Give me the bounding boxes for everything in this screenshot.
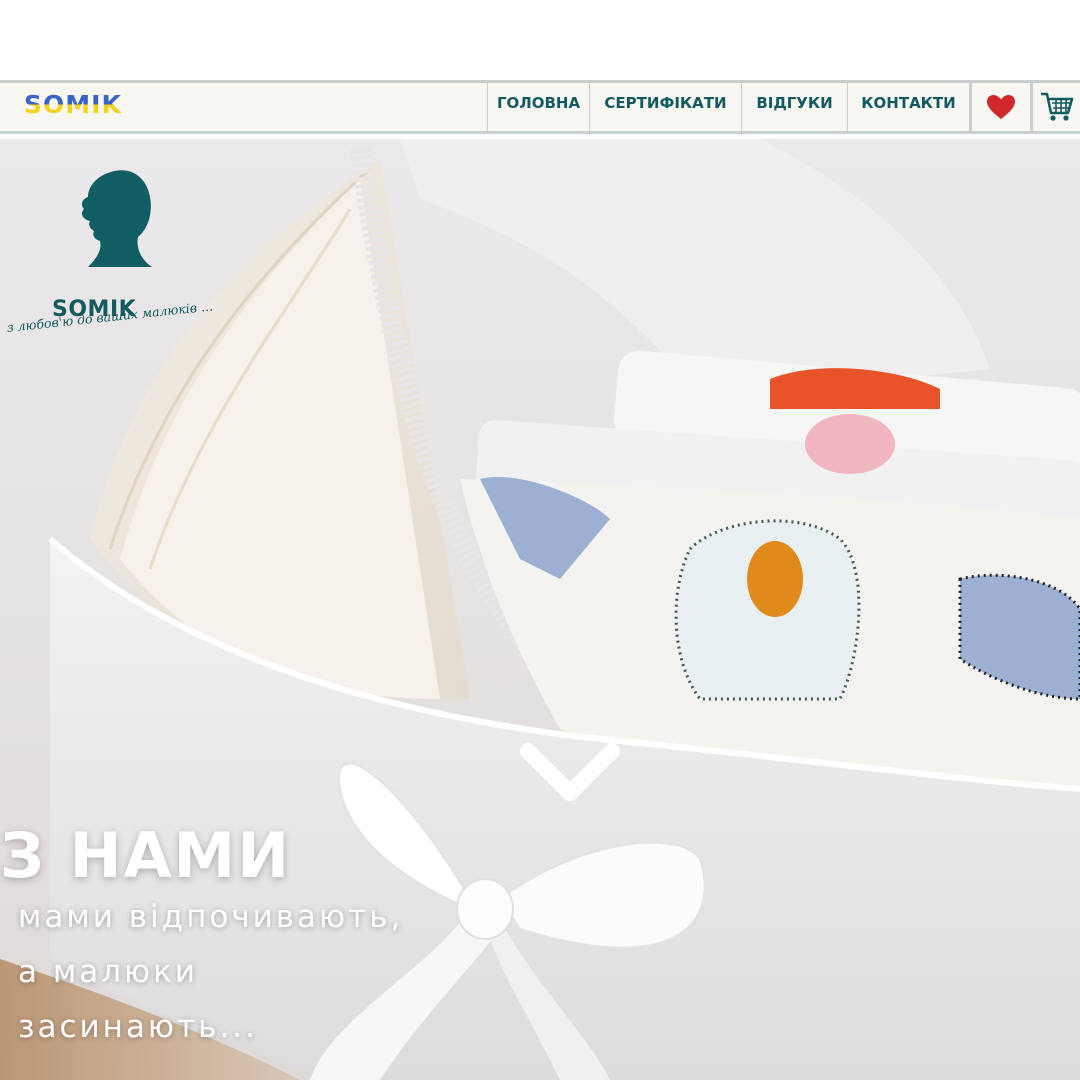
nav-reviews-link[interactable]: ВІДГУКИ [741,83,847,131]
hero-line-3: засинають... [18,1009,258,1045]
favorites-button[interactable] [969,83,1030,131]
cart-button[interactable] [1030,83,1080,131]
nav-contacts-link[interactable]: КОНТАКТИ [847,83,969,131]
hero-headline: З НАМИ [0,819,292,892]
nav-home-link[interactable]: ГОЛОВНА [487,83,589,131]
heart-icon [987,95,1015,119]
nav-contacts-label: КОНТАКТИ [861,94,956,112]
nav-reviews-label: ВІДГУКИ [756,94,833,112]
chevron-down-icon [520,743,620,801]
brand-logo[interactable]: SOMIK [24,92,122,117]
scroll-down-button[interactable] [516,739,624,809]
child-silhouette-icon [81,170,152,267]
cart-icon [1040,92,1073,121]
hero-line-2: а малюки [18,954,199,990]
hero-line-1: мами відпочивають, [18,899,404,935]
nav-home-label: ГОЛОВНА [496,94,581,112]
top-navigation-bar: SOMIK ГОЛОВНА СЕРТИФІКАТИ ВІДГУКИ КОНТАК… [0,80,1080,134]
hero-section: SOMIK з любов'ю до ваших малюків ... З Н… [0,139,1080,1080]
somik-logo: SOMIK з любов'ю до ваших малюків ... [0,167,230,347]
nav-certificates-link[interactable]: СЕРТИФІКАТИ [589,83,741,131]
nav-certificates-label: СЕРТИФІКАТИ [604,94,727,112]
